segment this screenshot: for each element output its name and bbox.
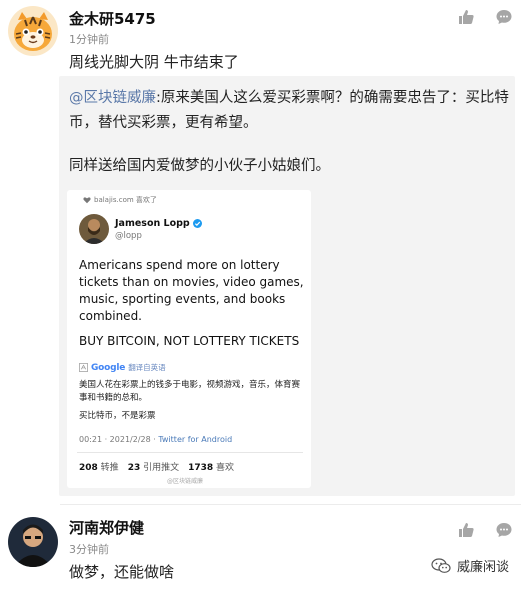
retweet-count: 208 转推: [79, 460, 119, 473]
tweet-time: 00:21 · 2021/2/28 ·: [79, 435, 159, 444]
comment-1: 金木研5475 1分钟前 周线光脚大阴 牛市结束了 @区块链威廉:原来美国人这么…: [0, 0, 521, 505]
person-avatar-icon: [79, 214, 109, 244]
person-avatar-icon: [8, 517, 58, 567]
tweet-translation-2: 买比特币，不是彩票: [79, 411, 156, 421]
user-avatar[interactable]: [8, 517, 58, 567]
comment-text: 周线光脚大阴 牛市结束了: [69, 53, 239, 71]
quoted-text-2: 同样送给国内爱做梦的小伙子小姑娘们。: [69, 158, 330, 174]
tweet-author-name-text: Jameson Lopp: [115, 218, 190, 229]
comment-time: 1分钟前: [69, 33, 109, 46]
translate-icon: [79, 363, 88, 372]
tweet-source-label: balajis.com 喜欢了: [94, 196, 157, 204]
wechat-icon: [431, 557, 451, 573]
tweet-meta: 00:21 · 2021/2/28 · Twitter for Android: [79, 435, 232, 444]
comment-2: 河南郑伊健 3分钟前 做梦，还能做啥: [0, 505, 521, 589]
thumbs-up-icon[interactable]: [457, 521, 475, 539]
image-watermark: @区块链威廉: [167, 478, 204, 485]
tweet-author-handle: @lopp: [115, 231, 142, 241]
tweet-divider: [77, 452, 303, 453]
like-label: 喜欢: [216, 463, 235, 473]
translate-label: 翻译自英语: [128, 363, 166, 372]
tweet-author-avatar: [79, 214, 109, 244]
retweet-count-value: 208: [79, 463, 98, 473]
tiger-avatar-icon: [8, 6, 58, 56]
retweet-label: 转推: [100, 463, 119, 473]
quote-count-value: 23: [127, 463, 141, 473]
quote-count: 23 引用推文: [128, 460, 179, 473]
username[interactable]: 河南郑伊健: [69, 517, 144, 538]
tweet-body: Americans spend more on lottery tickets …: [79, 258, 304, 323]
comment-time: 3分钟前: [69, 543, 109, 556]
quote-label: 引用推文: [143, 463, 180, 473]
username[interactable]: 金木研5475: [69, 8, 156, 29]
user-avatar[interactable]: [8, 6, 58, 56]
tweet-stats: 208 转推 23 引用推文 1738 喜欢: [79, 460, 234, 473]
tweet-screenshot[interactable]: balajis.com 喜欢了 Jameson Lopp @lopp Ameri…: [67, 190, 311, 488]
thumbs-up-icon[interactable]: [457, 8, 475, 26]
google-translate-label: Google 翻译自英语: [79, 362, 166, 373]
google-wordmark: Google: [91, 363, 125, 373]
tweet-app: Twitter for Android: [158, 435, 233, 444]
like-count: 1738 喜欢: [188, 460, 234, 473]
tweet-translation: 美国人花在彩票上的钱多于电影，视频游戏，音乐，体育赛事和书籍的总和。: [79, 380, 301, 403]
wechat-watermark: 威廉闲谈: [431, 556, 509, 575]
comment-text: 做梦，还能做啥: [69, 563, 175, 581]
tweet-caps-line: BUY BITCOIN, NOT LOTTERY TICKETS: [79, 334, 300, 348]
quoted-post[interactable]: @区块链威廉:原来美国人这么爱买彩票啊？的确需要忠告了：买比特币，替代买彩票，更…: [59, 76, 515, 496]
comment-bubble-icon[interactable]: [495, 8, 513, 26]
tweet-author-name: Jameson Lopp: [115, 218, 202, 229]
watermark-label: 威廉闲谈: [456, 560, 509, 575]
google-logo-letters: Google: [91, 362, 126, 373]
comment-actions: [457, 521, 513, 539]
verified-badge-icon: [192, 219, 202, 228]
tweet-source: balajis.com 喜欢了: [83, 195, 157, 205]
mention-link[interactable]: @区块链威廉: [69, 90, 156, 106]
comment-bubble-icon[interactable]: [495, 521, 513, 539]
like-count-value: 1738: [188, 463, 214, 473]
comment-actions: [457, 8, 513, 26]
quoted-text: @区块链威廉:原来美国人这么爱买彩票啊？的确需要忠告了：买比特币，替代买彩票，更…: [69, 86, 509, 136]
heart-icon: [83, 197, 91, 204]
